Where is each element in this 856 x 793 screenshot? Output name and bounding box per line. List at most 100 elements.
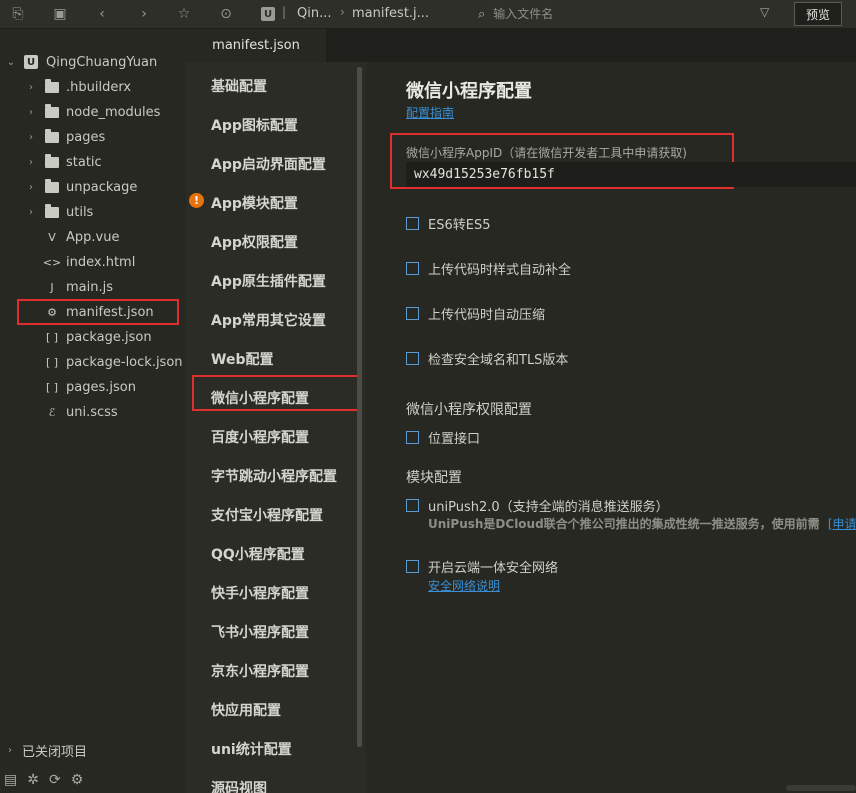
- highlight-box-manifest: [17, 299, 179, 325]
- forward-icon[interactable]: ›: [132, 2, 156, 26]
- chevron-down-icon[interactable]: ⌄: [6, 57, 16, 68]
- tree-file[interactable]: ℰuni.scss: [26, 400, 118, 424]
- nav-item[interactable]: 源码视图: [211, 778, 267, 793]
- star-icon[interactable]: ☆: [172, 2, 196, 26]
- project-root[interactable]: ⌄ U QingChuangYuan: [6, 50, 157, 74]
- tree-file[interactable]: V App.vue: [26, 225, 119, 249]
- chevron-right-icon[interactable]: ›: [26, 82, 36, 93]
- nav-scrollbar[interactable]: [357, 67, 362, 747]
- tree-folder[interactable]: › unpackage: [26, 175, 137, 199]
- run-icon[interactable]: ⊙: [214, 2, 238, 26]
- save-icon[interactable]: ▣: [48, 2, 72, 26]
- nav-item[interactable]: App模块配置: [211, 193, 298, 213]
- checkbox[interactable]: [406, 261, 419, 275]
- tree-folder[interactable]: › pages: [26, 125, 105, 149]
- nav-item[interactable]: 字节跳动小程序配置: [211, 466, 337, 486]
- breadcrumb-file[interactable]: manifest.j...: [352, 6, 429, 21]
- tree-item-label: .hbuilderx: [66, 79, 132, 95]
- tree-item-label: static: [66, 154, 102, 170]
- breadcrumb-project[interactable]: Qin...: [297, 6, 331, 21]
- tree-folder[interactable]: › node_modules: [26, 100, 160, 124]
- nav-item[interactable]: App权限配置: [211, 232, 298, 252]
- plugin-icon[interactable]: ⚙: [71, 772, 84, 788]
- chevron-right-icon[interactable]: ›: [26, 107, 36, 118]
- scss-file-icon: ℰ: [48, 405, 56, 419]
- nav-item[interactable]: 快应用配置: [211, 700, 281, 720]
- nav-item[interactable]: App启动界面配置: [211, 154, 326, 174]
- option-location[interactable]: 位置接口: [406, 428, 481, 447]
- git-icon[interactable]: ⟳: [49, 772, 61, 788]
- config-nav: 基础配置 App图标配置 App启动界面配置 App模块配置 App权限配置 App原生插…: [186, 62, 366, 793]
- checkbox[interactable]: [406, 430, 419, 444]
- nav-item[interactable]: App图标配置: [211, 115, 298, 135]
- breadcrumb-chevron-icon: ›: [340, 5, 345, 19]
- option-label: 开启云端一体安全网络: [428, 560, 559, 576]
- tree-file[interactable]: <> index.html: [26, 250, 136, 274]
- nav-item[interactable]: QQ小程序配置: [211, 544, 305, 564]
- tab-manifest[interactable]: manifest.json: [186, 29, 326, 62]
- option-minify[interactable]: 上传代码时自动压缩: [406, 304, 545, 323]
- nav-item[interactable]: 支付宝小程序配置: [211, 505, 323, 525]
- tree-file[interactable]: [ ] package.json: [26, 325, 152, 349]
- checkbox[interactable]: [406, 351, 419, 365]
- preview-button[interactable]: 预览: [794, 2, 842, 26]
- option-style-autofix[interactable]: 上传代码时样式自动补全: [406, 259, 571, 278]
- nav-item[interactable]: 飞书小程序配置: [211, 622, 309, 642]
- filter-icon[interactable]: ▽: [760, 5, 769, 19]
- folder-icon: [44, 153, 60, 169]
- nav-item[interactable]: 快手小程序配置: [211, 583, 309, 603]
- tree-folder[interactable]: › .hbuilderx: [26, 75, 131, 99]
- nav-item[interactable]: App常用其它设置: [211, 310, 326, 330]
- tree-folder[interactable]: › static: [26, 150, 102, 174]
- nav-item[interactable]: 京东小程序配置: [211, 661, 309, 681]
- top-toolbar: ⎘ ▣ ‹ › ☆ ⊙ U | Qin... › manifest.j... ⌕…: [0, 0, 856, 29]
- nav-item[interactable]: uni统计配置: [211, 739, 292, 759]
- appid-label: 微信小程序AppID（请在微信开发者工具中申请获取): [406, 146, 687, 160]
- bug-icon[interactable]: ✲: [27, 772, 39, 788]
- vue-file-icon: V: [48, 230, 56, 244]
- checkbox[interactable]: [406, 498, 419, 512]
- chevron-right-icon[interactable]: ›: [26, 157, 36, 168]
- option-es6[interactable]: ES6转ES5: [406, 214, 491, 233]
- option-secure-network[interactable]: 开启云端一体安全网络: [406, 557, 559, 576]
- folder-icon: [44, 128, 60, 144]
- tree-file[interactable]: Jmain.js: [26, 275, 113, 299]
- chevron-right-icon[interactable]: ›: [26, 132, 36, 143]
- highlight-box-wechat-nav: [192, 375, 360, 411]
- option-unipush[interactable]: uniPush2.0（支持全端的消息推送服务）: [406, 496, 669, 515]
- folder-icon: [44, 178, 60, 194]
- chevron-right-icon[interactable]: ›: [26, 207, 36, 218]
- tree-file[interactable]: [ ] package-lock.json: [26, 350, 183, 374]
- horizontal-scrollbar[interactable]: [786, 785, 856, 791]
- checkbox[interactable]: [406, 216, 419, 230]
- checkbox[interactable]: [406, 559, 419, 573]
- config-guide-link[interactable]: 配置指南: [406, 104, 454, 121]
- nav-item[interactable]: Web配置: [211, 349, 273, 369]
- tree-folder[interactable]: › utils: [26, 200, 93, 224]
- unipush-apply-link[interactable]: [申请开: [828, 517, 856, 531]
- option-label: ES6转ES5: [428, 217, 491, 233]
- closed-projects[interactable]: › 已关闭项目: [0, 738, 186, 762]
- appid-input[interactable]: [406, 162, 856, 187]
- tree-item-label: App.vue: [66, 229, 120, 245]
- secure-network-link[interactable]: 安全网络说明: [428, 577, 500, 594]
- config-content: 微信小程序配置 配置指南 微信小程序AppID（请在微信开发者工具中申请获取) …: [366, 62, 856, 793]
- file-search-input[interactable]: [493, 7, 734, 21]
- go-to-file-icon[interactable]: ⎘: [6, 2, 30, 26]
- chevron-right-icon[interactable]: ›: [26, 182, 36, 193]
- file-icon[interactable]: ▤: [4, 772, 17, 788]
- option-check-domain[interactable]: 检查安全域名和TLS版本: [406, 349, 568, 368]
- tree-file[interactable]: [ ] pages.json: [26, 375, 136, 399]
- option-label: 位置接口: [428, 431, 481, 447]
- permission-section-title: 微信小程序权限配置: [406, 402, 532, 418]
- nav-item[interactable]: 基础配置: [211, 76, 267, 96]
- chevron-right-icon: ›: [8, 744, 12, 756]
- checkbox[interactable]: [406, 306, 419, 320]
- nav-item[interactable]: 百度小程序配置: [211, 427, 309, 447]
- nav-item[interactable]: App原生插件配置: [211, 271, 326, 291]
- file-search-icon: ⌕: [478, 6, 486, 22]
- back-icon[interactable]: ‹: [90, 2, 114, 26]
- module-section-title: 模块配置: [406, 470, 462, 486]
- folder-icon: [44, 103, 60, 119]
- tree-item-label: pages: [66, 129, 106, 145]
